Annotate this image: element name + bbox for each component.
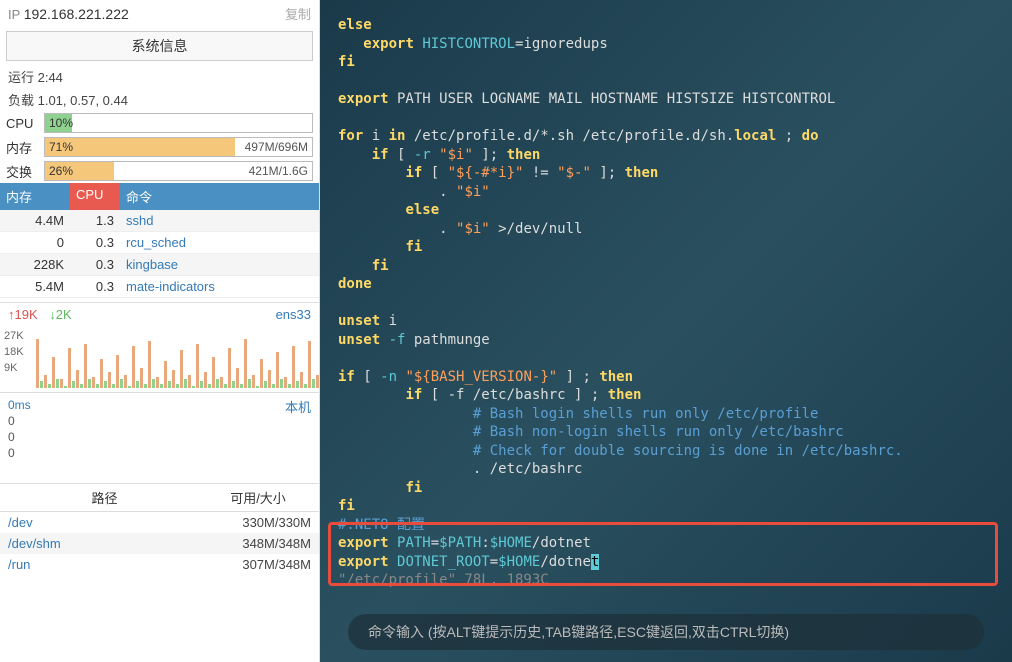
table-row[interactable]: 4.4M1.3sshd [0,210,319,232]
swap-label: 交换 [6,162,38,181]
table-row[interactable]: 00.3rcu_sched [0,232,319,254]
swap-bar: 26% 421M/1.6G [44,161,313,181]
header-path: 路径 [6,488,203,507]
process-table-header: 内存 CPU 命令 [0,183,319,210]
header-size: 可用/大小 [203,488,313,507]
cpu-bar: 10% [44,113,313,133]
system-info-button[interactable]: 系统信息 [6,31,313,61]
copy-button[interactable]: 复制 [285,4,311,23]
terminal-panel[interactable]: else export HISTCONTROL=ignoredups fi ex… [320,0,1012,662]
ping-host[interactable]: 本机 [285,397,311,461]
ping-latency: 0ms [8,397,31,413]
table-row[interactable]: 228K0.3kingbase [0,254,319,276]
network-chart: 27K 18K 9K [0,326,319,392]
header-memory[interactable]: 内存 [0,183,70,210]
net-upload: ↑19K [8,307,38,322]
uptime-text: 运行 2:44 [0,65,319,88]
table-row[interactable]: /dev/shm348M/348M [0,533,319,554]
disk-table-header: 路径 可用/大小 [0,483,319,512]
header-command[interactable]: 命令 [120,183,319,210]
chart-y-labels: 27K 18K 9K [4,328,24,376]
memory-bar: 71% 497M/696M [44,137,313,157]
disk-table-body: /dev330M/330M/dev/shm348M/348M/run307M/3… [0,512,319,575]
ip-label: IP [8,7,20,22]
swap-row: 交换 26% 421M/1.6G [0,159,319,183]
load-text: 负载 1.01, 0.57, 0.44 [0,88,319,111]
table-row[interactable]: /run307M/348M [0,554,319,575]
header-cpu[interactable]: CPU [70,183,120,210]
table-row[interactable]: /dev330M/330M [0,512,319,533]
net-download: ↓2K [49,307,71,322]
ping-section: 0ms 0 0 0 本机 [0,392,319,465]
command-input[interactable]: 命令输入 (按ALT键提示历史,TAB键路径,ESC键返回,双击CTRL切换) [348,614,984,650]
memory-row: 内存 71% 497M/696M [0,135,319,159]
code-editor[interactable]: else export HISTCONTROL=ignoredups fi ex… [320,4,1012,602]
net-interface[interactable]: ens33 [276,307,311,322]
cpu-row: CPU 10% [0,111,319,135]
ip-value: 192.168.221.222 [24,6,129,22]
process-table-body: 4.4M1.3sshd00.3rcu_sched228K0.3kingbase5… [0,210,319,298]
ip-row: IP 192.168.221.222 复制 [0,0,319,27]
table-row[interactable]: 5.4M0.3mate-indicators [0,276,319,298]
memory-label: 内存 [6,138,38,157]
network-row: ↑19K ↓2K ens33 [0,302,319,326]
cpu-label: CPU [6,116,38,131]
system-sidebar: IP 192.168.221.222 复制 系统信息 运行 2:44 负载 1.… [0,0,320,662]
